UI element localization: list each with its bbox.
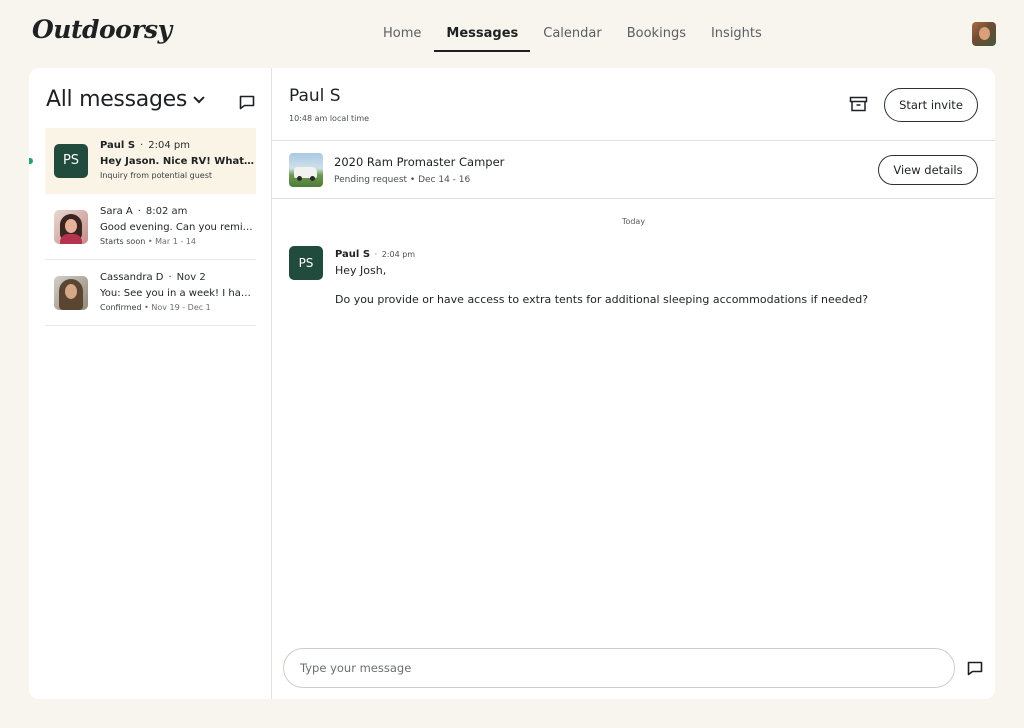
message-time: 2:04 pm bbox=[381, 250, 416, 259]
view-details-button[interactable]: View details bbox=[878, 155, 978, 185]
conversation-status: Confirmed bbox=[100, 303, 142, 312]
listing-thumbnail bbox=[289, 153, 323, 187]
conversation-time: Nov 2 bbox=[176, 272, 206, 283]
day-divider: Today bbox=[621, 217, 646, 226]
avatar bbox=[54, 210, 88, 244]
conversation-preview: Hey Jason. Nice RV! What size is the ten… bbox=[100, 156, 255, 167]
user-avatar[interactable] bbox=[972, 22, 996, 46]
user-avatar-face bbox=[979, 27, 990, 40]
start-invite-button[interactable]: Start invite bbox=[884, 88, 978, 122]
messages-card: All messages PS Paul S · 2:04 pm Hey Jason… bbox=[29, 68, 995, 699]
conversation-item-sara-a[interactable]: Sara A · 8:02 am Good evening. Can you rem… bbox=[45, 194, 256, 260]
conversation-status: Starts soon bbox=[100, 237, 146, 246]
conversation-preview: You: See you in a week! I have all your … bbox=[100, 288, 255, 299]
message-text: Hey Josh, bbox=[335, 264, 387, 277]
conversation-preview: Good evening. Can you remind me of the c… bbox=[100, 222, 255, 233]
messages-filter-dropdown[interactable]: All messages bbox=[46, 87, 205, 112]
conversation-time: 8:02 am bbox=[145, 206, 188, 217]
top-bar: Outdoorsy Home Messages Calendar Booking… bbox=[0, 0, 1024, 68]
separator-dot: · bbox=[137, 206, 141, 217]
conversation-item-cassandra-d[interactable]: Cassandra D · Nov 2 You: See you in a week… bbox=[45, 260, 256, 326]
unread-indicator bbox=[29, 158, 33, 164]
sidebar-title-label: All messages bbox=[46, 87, 188, 112]
archive-box-icon[interactable] bbox=[849, 95, 868, 113]
conversation-name: Paul S bbox=[100, 140, 136, 151]
conversation-dates: Nov 19 - Dec 1 bbox=[151, 303, 211, 312]
nav-bookings[interactable]: Bookings bbox=[615, 0, 698, 52]
thread-header: Paul S 10:48 am local time Start invite bbox=[272, 68, 995, 141]
avatar-face bbox=[65, 219, 77, 233]
separator-dot: · bbox=[372, 250, 380, 259]
chat-bubble-icon[interactable] bbox=[966, 659, 984, 677]
listing-title: 2020 Ram Promaster Camper bbox=[334, 155, 505, 169]
message-thread: Paul S 10:48 am local time Start invite … bbox=[272, 68, 995, 699]
nav-messages[interactable]: Messages bbox=[434, 0, 531, 52]
separator-dot: • bbox=[141, 303, 152, 312]
chat-bubble-icon[interactable] bbox=[238, 93, 256, 111]
contact-local-time: 10:48 am local time bbox=[289, 114, 370, 123]
conversation-list: PS Paul S · 2:04 pm Hey Jason. Nice RV! Wh… bbox=[29, 128, 256, 326]
avatar: PS bbox=[54, 144, 88, 178]
conversation-time: 2:04 pm bbox=[148, 140, 190, 151]
nav-calendar[interactable]: Calendar bbox=[531, 0, 613, 52]
nav-insights[interactable]: Insights bbox=[699, 0, 774, 52]
avatar: PS bbox=[289, 246, 323, 280]
separator-dot: · bbox=[168, 272, 172, 283]
message-composer bbox=[283, 648, 955, 688]
conversation-item-paul-s[interactable]: PS Paul S · 2:04 pm Hey Jason. Nice RV! Wh… bbox=[29, 128, 256, 194]
conversation-name: Cassandra D bbox=[100, 272, 164, 283]
conversation-sidebar: All messages PS Paul S · 2:04 pm Hey Jason… bbox=[29, 68, 272, 699]
nav-home[interactable]: Home bbox=[371, 0, 433, 52]
conversation-dates: Mar 1 - 14 bbox=[155, 237, 196, 246]
message-sender: Paul S bbox=[335, 249, 371, 260]
sidebar-header: All messages bbox=[46, 85, 256, 121]
van-wheel bbox=[310, 176, 315, 181]
listing-bar: 2020 Ram Promaster Camper Pending reques… bbox=[272, 141, 995, 199]
brand-logo[interactable]: Outdoorsy bbox=[32, 15, 172, 44]
separator-dot: • bbox=[145, 237, 156, 246]
separator-dot: · bbox=[140, 140, 144, 151]
conversation-name: Sara A bbox=[100, 206, 133, 217]
avatar-shirt bbox=[60, 234, 82, 244]
van-wheel bbox=[297, 176, 302, 181]
message-text: Do you provide or have access to extra t… bbox=[335, 293, 869, 306]
avatar-face bbox=[65, 284, 77, 299]
message-input[interactable] bbox=[283, 648, 955, 688]
avatar bbox=[54, 276, 88, 310]
chevron-down-icon bbox=[193, 92, 205, 104]
message-body: Paul S · 2:04 pm Hey Josh, Do you provid… bbox=[335, 249, 965, 306]
main-nav: Home Messages Calendar Bookings Insights bbox=[371, 0, 775, 52]
conversation-status: Inquiry from potential guest bbox=[100, 171, 213, 180]
listing-status: Pending request • Dec 14 - 16 bbox=[334, 175, 471, 185]
contact-name: Paul S bbox=[289, 86, 341, 106]
